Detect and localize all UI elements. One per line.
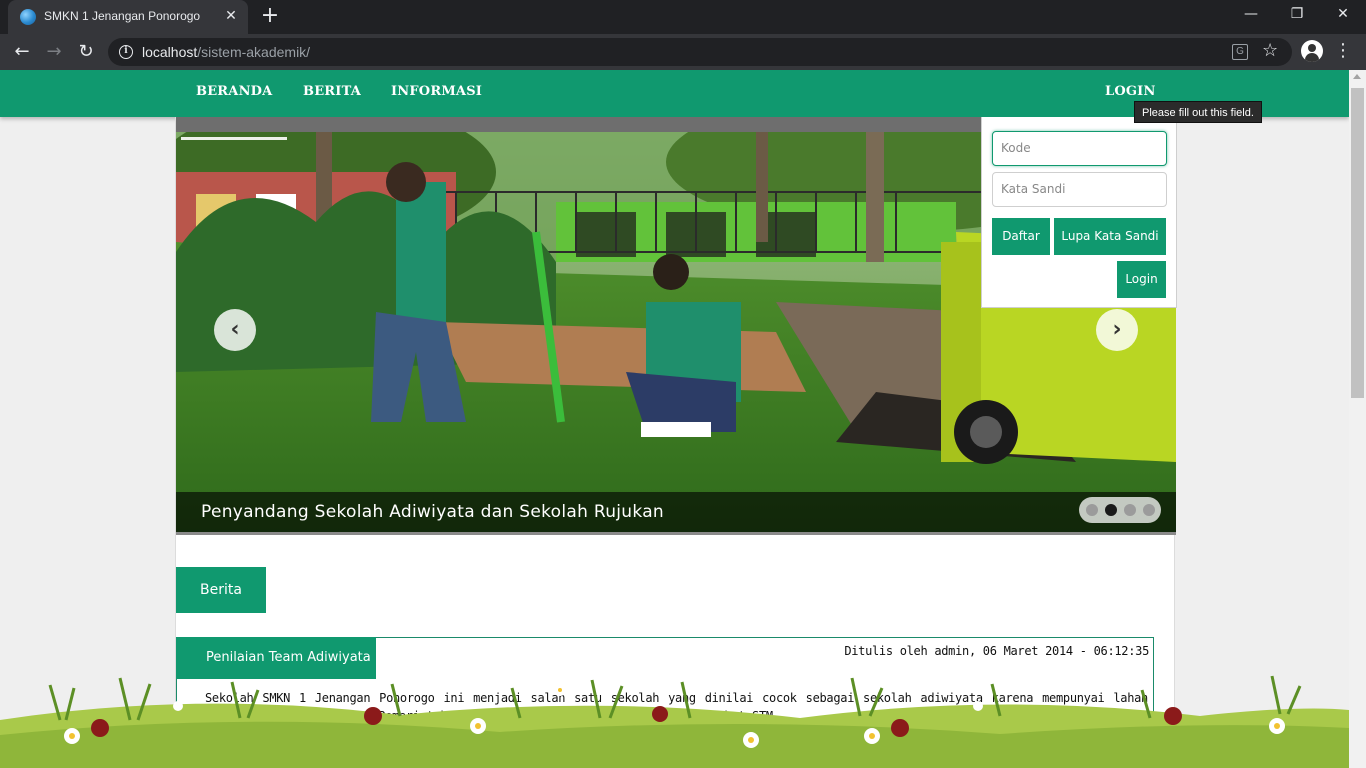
globe-favicon-icon [20,9,36,25]
bookmark-star-icon[interactable]: ☆ [1262,40,1278,61]
slider-dot-1[interactable] [1086,504,1098,516]
slider-bottom-border [176,532,1176,535]
article-meta: Ditulis oleh admin, 06 Maret 2014 - 06:1… [844,644,1149,658]
new-tab-icon[interactable]: + [258,5,282,29]
url-text: localhost/sistem-akademik/ [142,44,311,60]
scroll-thumb[interactable] [1351,88,1364,398]
nav-login[interactable]: LOGIN [1105,84,1156,99]
minimize-icon[interactable]: — [1228,0,1274,30]
grass-decoration [0,675,1349,768]
login-panel: Kode Kata Sandi Daftar Lupa Kata Sandi L… [981,117,1177,308]
slide-caption: Penyandang Sekolah Adiwiyata dan Sekolah… [201,502,665,522]
nav-berita[interactable]: BERITA [303,84,361,99]
browser-tab[interactable]: SMKN 1 Jenangan Ponorogo ✕ [8,0,248,34]
profile-avatar-icon[interactable] [1301,40,1323,62]
slide-progress-bar [181,137,287,140]
page-viewport: BERANDA BERITA INFORMASI LOGIN Penyandan… [0,70,1366,768]
slide-caption-bar: Penyandang Sekolah Adiwiyata dan Sekolah… [176,492,1176,532]
login-button[interactable]: Login [1117,261,1166,298]
slider-dot-2[interactable] [1105,504,1117,516]
nav-informasi[interactable]: INFORMASI [391,84,482,99]
lupa-kata-sandi-button[interactable]: Lupa Kata Sandi [1054,218,1166,255]
browser-tab-strip: SMKN 1 Jenangan Ponorogo ✕ + — ❐ ✕ [0,0,1366,34]
slider-dot-4[interactable] [1143,504,1155,516]
slider-pagination [1079,497,1161,523]
reload-icon[interactable]: ↻ [74,40,98,64]
restore-icon[interactable]: ❐ [1274,0,1320,30]
daftar-button[interactable]: Daftar [992,218,1050,255]
close-tab-icon[interactable]: ✕ [222,7,240,25]
tab-title: SMKN 1 Jenangan Ponorogo [44,9,201,23]
kode-field[interactable]: Kode [992,131,1167,166]
browser-menu-icon[interactable]: ⋮ [1334,40,1352,64]
scroll-up-icon[interactable] [1353,74,1361,79]
translate-icon[interactable]: G [1232,44,1248,60]
address-bar[interactable]: i localhost/sistem-akademik/ G ☆ [108,38,1292,66]
slider-prev-icon[interactable]: ‹ [214,309,256,351]
forward-icon[interactable]: → [42,40,66,64]
close-window-icon[interactable]: ✕ [1320,0,1366,30]
berita-section-tab[interactable]: Berita [176,567,266,613]
slider-dot-3[interactable] [1124,504,1136,516]
browser-toolbar: ← → ↻ i localhost/sistem-akademik/ G ☆ ⋮ [0,34,1366,70]
site-info-icon[interactable]: i [119,45,133,59]
nav-beranda[interactable]: BERANDA [196,84,272,99]
slider-next-icon[interactable]: › [1096,309,1138,351]
password-field[interactable]: Kata Sandi [992,172,1167,207]
validation-tooltip: Please fill out this field. [1134,101,1262,123]
back-icon[interactable]: ← [10,40,34,64]
page-scrollbar[interactable] [1349,70,1366,768]
